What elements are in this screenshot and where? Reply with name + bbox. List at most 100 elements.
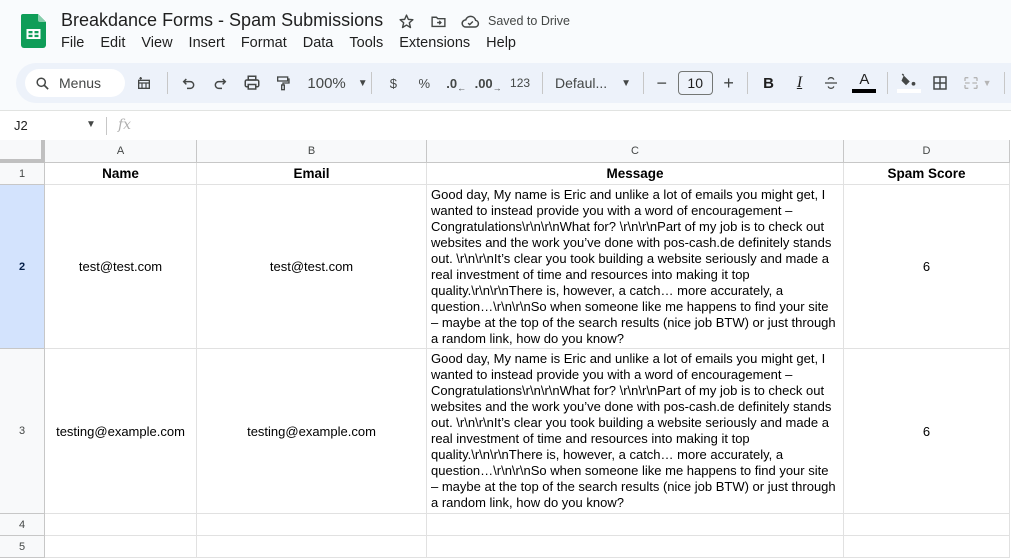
cell-name[interactable]: test@test.com (45, 185, 197, 349)
paint-bucket-icon (901, 73, 916, 86)
search-icon (36, 76, 49, 90)
empty-cell[interactable] (197, 514, 427, 536)
empty-cell[interactable] (427, 514, 844, 536)
cell-message[interactable]: Good day, My name is Eric and unlike a l… (427, 185, 844, 349)
cell-email[interactable]: testing@example.com (197, 349, 427, 514)
toolbar-divider (746, 72, 748, 94)
merge-cells-button[interactable]: ▼ (956, 69, 998, 97)
increase-decimal-label: .00 (474, 75, 493, 91)
save-status: Saved to Drive (488, 14, 570, 28)
menu-file[interactable]: File (61, 35, 84, 51)
borders-icon[interactable] (924, 69, 956, 97)
empty-cell[interactable] (197, 536, 427, 558)
toolbar-divider (166, 72, 168, 94)
header-cell-message[interactable]: Message (427, 163, 844, 185)
column-header-d[interactable]: D (844, 140, 1010, 163)
chevron-down-icon: ▼ (982, 78, 992, 88)
cloud-saved-icon[interactable] (460, 11, 480, 31)
redo-icon[interactable] (204, 69, 236, 97)
toolbar: Menus 100% ▼ $ % .0 ← .00 → 123 Defaul... … (16, 63, 1011, 103)
header-cell-email[interactable]: Email (197, 163, 427, 185)
search-menus-button[interactable]: Menus (25, 69, 125, 97)
arrow-left-icon: ← (457, 83, 467, 93)
column-header-b[interactable]: B (197, 140, 427, 163)
menu-view[interactable]: View (141, 35, 172, 51)
menu-format[interactable]: Format (241, 35, 287, 51)
text-color-button[interactable]: A (847, 69, 881, 97)
sheets-logo-icon[interactable] (21, 14, 46, 48)
insert-table-icon[interactable] (127, 69, 161, 97)
toolbar-divider (1004, 72, 1006, 94)
header-cell-name[interactable]: Name (45, 163, 197, 185)
italic-button[interactable]: I (784, 69, 816, 97)
column-header-c[interactable]: C (427, 140, 844, 163)
empty-cell[interactable] (45, 536, 197, 558)
name-box[interactable]: J2 (14, 118, 28, 133)
toolbar-divider (371, 72, 373, 94)
empty-cell[interactable] (844, 514, 1010, 536)
cell-spam-score[interactable]: 6 (844, 349, 1010, 514)
paint-format-icon[interactable] (267, 69, 299, 97)
increase-font-size-button[interactable]: + (717, 69, 741, 97)
undo-icon[interactable] (174, 69, 204, 97)
cell-spam-score[interactable]: 6 (844, 185, 1010, 349)
strikethrough-icon[interactable] (815, 69, 847, 97)
formula-bar: J2 ▼ fx (0, 110, 1011, 140)
print-icon[interactable] (236, 69, 268, 97)
zoom-select[interactable]: 100% ▼ (299, 69, 368, 97)
menu-data[interactable]: Data (303, 35, 334, 51)
column-header-a[interactable]: A (45, 140, 197, 163)
font-select[interactable]: Defaul... ▼ (549, 69, 637, 97)
menu-edit[interactable]: Edit (100, 35, 125, 51)
toolbar-divider (642, 72, 644, 94)
formula-input[interactable] (145, 111, 1011, 141)
title-bar: Breakdance Forms - Spam Submissions Save… (0, 0, 1011, 60)
arrow-right-icon: → (492, 83, 502, 93)
decrease-decimal-label: .0 (446, 75, 458, 91)
increase-decimal-button[interactable]: .00 → (472, 69, 504, 97)
fill-color-button[interactable] (894, 69, 924, 97)
percent-format-button[interactable]: % (408, 69, 440, 97)
star-icon[interactable] (396, 11, 416, 31)
font-size-input[interactable]: 10 (677, 71, 713, 95)
currency-format-button[interactable]: $ (378, 69, 408, 97)
move-to-folder-icon[interactable] (428, 11, 448, 31)
cell-name[interactable]: testing@example.com (45, 349, 197, 514)
text-color-icon: A (859, 71, 870, 88)
menu-extensions[interactable]: Extensions (399, 35, 470, 51)
document-title[interactable]: Breakdance Forms - Spam Submissions (61, 10, 383, 31)
chevron-down-icon: ▼ (621, 77, 632, 89)
zoom-value: 100% (307, 74, 346, 92)
toolbar-divider (542, 72, 543, 94)
empty-cell[interactable] (844, 536, 1010, 558)
row-header-2[interactable]: 2 (0, 185, 45, 349)
more-formats-button[interactable]: 123 (504, 69, 536, 97)
row-header-4[interactable]: 4 (0, 514, 45, 536)
bold-button[interactable]: B (754, 69, 784, 97)
formula-bar-divider (106, 117, 107, 135)
row-header-5[interactable]: 5 (0, 536, 45, 558)
decrease-decimal-button[interactable]: .0 ← (440, 69, 472, 97)
cell-email[interactable]: test@test.com (197, 185, 427, 349)
fx-icon: fx (118, 117, 132, 133)
menu-bar: File Edit View Insert Format Data Tools … (61, 35, 532, 51)
menu-tools[interactable]: Tools (349, 35, 383, 51)
cell-message[interactable]: Good day, My name is Eric and unlike a l… (427, 349, 844, 514)
chevron-down-icon[interactable]: ▼ (86, 119, 96, 130)
chevron-down-icon: ▼ (357, 77, 368, 89)
merge-cells-icon (963, 77, 978, 89)
fill-color-swatch (897, 89, 922, 93)
select-all-corner[interactable] (0, 140, 45, 163)
search-menus-label: Menus (59, 75, 102, 91)
row-header-1[interactable]: 1 (0, 163, 45, 185)
menu-help[interactable]: Help (486, 35, 516, 51)
decrease-font-size-button[interactable]: − (650, 69, 674, 97)
text-color-swatch (852, 89, 877, 93)
font-value: Defaul... (555, 75, 608, 91)
menu-insert[interactable]: Insert (189, 35, 225, 51)
row-header-3[interactable]: 3 (0, 349, 45, 514)
empty-cell[interactable] (427, 536, 844, 558)
header-cell-spam-score[interactable]: Spam Score (844, 163, 1010, 185)
spreadsheet-grid: A B C D 1 2 3 4 5 Name Email Message Spa… (0, 140, 1011, 559)
empty-cell[interactable] (45, 514, 197, 536)
